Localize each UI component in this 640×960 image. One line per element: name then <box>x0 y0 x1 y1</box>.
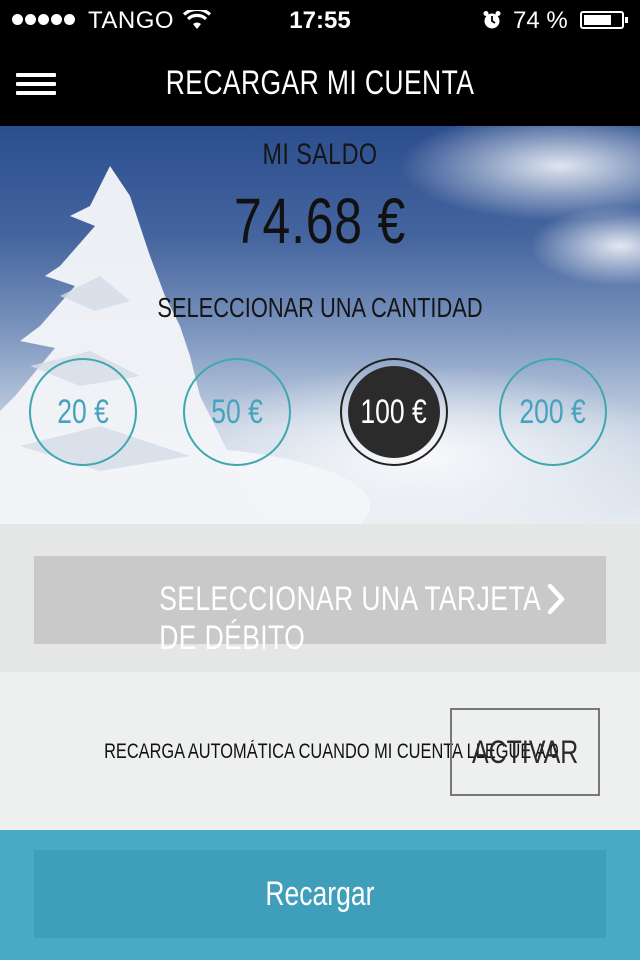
alarm-icon <box>483 11 501 29</box>
balance-value: 74.68 € <box>233 185 407 257</box>
recharge-button[interactable]: Recargar <box>34 850 606 938</box>
nav-bar: RECARGAR MI CUENTA <box>0 40 640 126</box>
amount-option-50[interactable]: 50 € <box>183 358 291 466</box>
amount-selector-label: SELECCIONAR UNA CANTIDAD <box>157 292 483 323</box>
recharge-button-label: Recargar <box>265 874 375 913</box>
chevron-right-icon <box>547 583 565 615</box>
battery-percent: 74 % <box>513 7 568 34</box>
amount-option-label: 200 € <box>519 392 587 431</box>
amount-option-label: 100 € <box>360 392 428 431</box>
hamburger-menu-icon[interactable] <box>16 73 56 95</box>
select-debit-card-button[interactable]: SELECCIONAR UNA TARJETA DE DÉBITO <box>34 556 606 657</box>
status-bar: TANGO 17:55 74 % <box>0 0 640 40</box>
amount-option-100-selected[interactable]: 100 € <box>340 358 448 466</box>
battery-icon <box>580 11 628 29</box>
amount-option-label: 20 € <box>57 392 109 431</box>
debit-card-section: SELECCIONAR UNA TARJETA DE DÉBITO <box>0 524 640 672</box>
page-title: RECARGAR MI CUENTA <box>165 64 475 102</box>
balance-panel: MI SALDO 74.68 € SELECCIONAR UNA CANTIDA… <box>0 126 640 524</box>
amount-option-20[interactable]: 20 € <box>29 358 137 466</box>
balance-label: MI SALDO <box>262 138 378 171</box>
select-debit-card-label: SELECCIONAR UNA TARJETA DE DÉBITO <box>159 580 540 657</box>
amount-option-200[interactable]: 200 € <box>499 358 607 466</box>
bottom-bar: Recargar <box>0 830 640 960</box>
auto-reload-section: RECARGA AUTOMÁTICA CUANDO MI CUENTA LLEG… <box>0 672 640 830</box>
activate-button-label: ACTIVAR <box>471 733 579 770</box>
amount-option-label: 50 € <box>211 392 263 431</box>
activate-auto-reload-button[interactable]: ACTIVAR <box>450 708 600 796</box>
